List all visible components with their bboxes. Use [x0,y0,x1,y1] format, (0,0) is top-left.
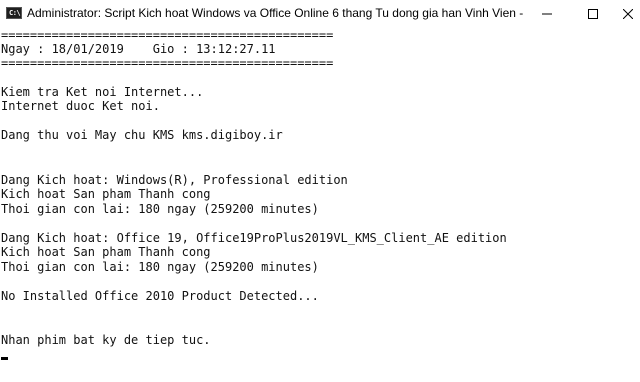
console-line: Internet duoc Ket noi. [1,99,160,113]
text-cursor [1,357,8,360]
close-icon [623,9,633,19]
console-line: Kich hoat San pham Thanh cong [1,245,211,259]
maximize-icon [588,9,598,19]
console-line: ========================================… [1,56,334,70]
console-line: Kich hoat San pham Thanh cong [1,187,211,201]
console-window: C:\ Administrator: Script Kich hoat Wind… [0,0,640,382]
maximize-button[interactable] [570,0,616,28]
title-bar[interactable]: C:\ Administrator: Script Kich hoat Wind… [0,0,640,29]
cmd-icon: C:\ [6,7,22,19]
console-line: Thoi gian con lai: 180 ngay (259200 minu… [1,202,319,216]
console-line: ========================================… [1,28,334,42]
console-line: No Installed Office 2010 Product Detecte… [1,289,319,303]
minimize-icon [542,13,552,15]
window-title: Administrator: Script Kich hoat Windows … [27,6,525,20]
console-line: Ngay : 18/01/2019 Gio : 13:12:27.11 [1,42,276,56]
minimize-button[interactable] [524,0,570,28]
console-line: Nhan phim bat ky de tiep tuc. [1,333,211,347]
console-line: Dang Kich hoat: Office 19, Office19ProPl… [1,231,507,245]
cmd-icon-glyph: C:\ [9,9,21,17]
console-line: Kiem tra Ket noi Internet... [1,85,204,99]
console-line: Dang Kich hoat: Windows(R), Professional… [1,173,348,187]
console-line: Dang thu voi May chu KMS kms.digiboy.ir [1,128,283,142]
close-button[interactable] [616,0,640,28]
console-output[interactable]: ========================================… [0,28,640,382]
console-line: Thoi gian con lai: 180 ngay (259200 minu… [1,260,319,274]
